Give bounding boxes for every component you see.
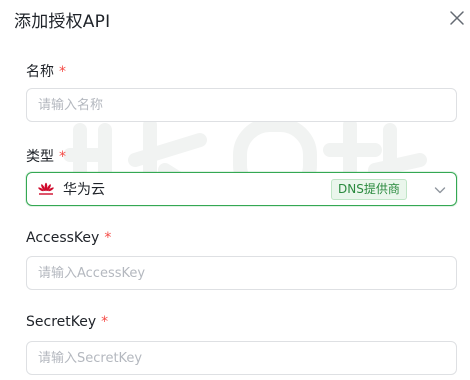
- secret-key-label: SecretKey *: [26, 314, 108, 330]
- access-key-label-text: AccessKey: [26, 230, 100, 246]
- name-label-text: 名称: [26, 64, 54, 80]
- access-key-input[interactable]: [26, 256, 457, 290]
- type-label-text: 类型: [26, 149, 54, 165]
- required-mark: *: [104, 230, 112, 246]
- selected-provider: 华为云: [63, 182, 105, 198]
- add-api-dialog: 添加授权API 名称* 类型* 华为云 DNS提供商 AccessKey*: [0, 0, 470, 380]
- required-mark: *: [101, 314, 109, 330]
- name-label: 名称 *: [26, 61, 66, 81]
- required-mark: *: [59, 64, 66, 80]
- chevron-down-icon[interactable]: [433, 183, 447, 197]
- secret-key-label-text: SecretKey: [26, 314, 97, 330]
- secret-key-input[interactable]: [26, 341, 457, 375]
- name-input[interactable]: [26, 88, 457, 122]
- dns-provider-badge: DNS提供商: [331, 179, 407, 200]
- close-icon[interactable]: [448, 9, 466, 27]
- dialog-title: 添加授权API: [14, 12, 111, 32]
- access-key-label: AccessKey *: [26, 230, 111, 246]
- type-label: 类型 *: [26, 146, 66, 166]
- required-mark: *: [59, 149, 66, 165]
- provider-select[interactable]: 华为云 DNS提供商: [26, 172, 457, 206]
- huawei-logo-icon: [38, 182, 54, 195]
